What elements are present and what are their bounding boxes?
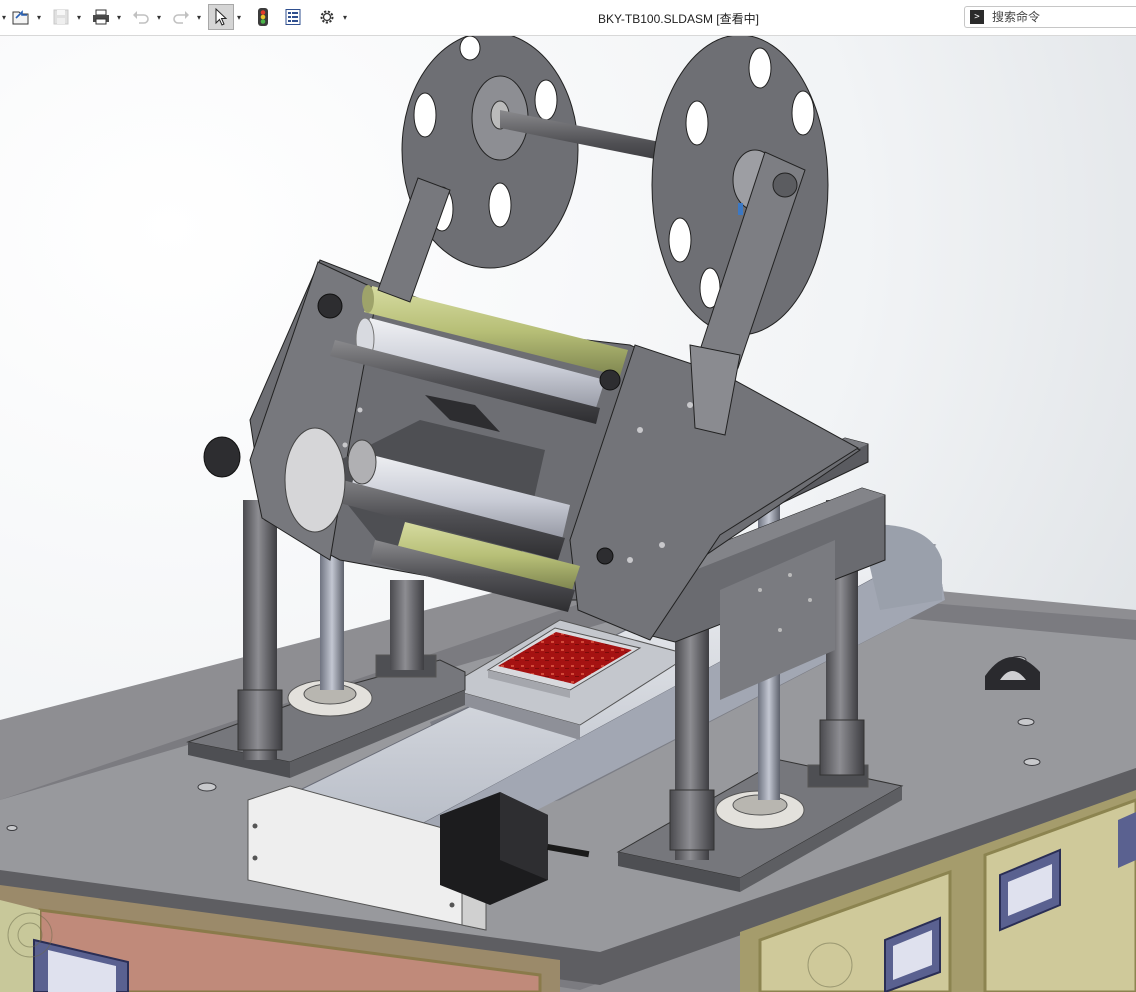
save-icon <box>53 9 69 25</box>
undo-button[interactable] <box>128 4 154 30</box>
undo-icon <box>133 11 149 24</box>
chevron-down-icon[interactable]: ▾ <box>154 4 164 30</box>
command-prompt-icon: > <box>970 10 984 24</box>
save-button[interactable] <box>48 4 74 30</box>
standard-toolbar: ▾ ▾ ▾ ▾ ▾ ▾ ▾ ▾ <box>0 3 350 31</box>
file-properties-button[interactable] <box>280 4 306 30</box>
chevron-down-icon[interactable]: ▾ <box>114 4 124 30</box>
properties-icon <box>285 9 301 25</box>
title-bar: ▾ ▾ ▾ ▾ ▾ ▾ ▾ ▾ BKY-TB100.SLDASM [查看中] >… <box>0 0 1136 36</box>
graphics-area[interactable] <box>0 36 1136 992</box>
print-icon <box>93 9 109 25</box>
chevron-down-icon[interactable]: ▾ <box>0 4 8 30</box>
cursor-icon <box>215 8 228 26</box>
command-search[interactable]: > <box>964 6 1136 28</box>
select-button[interactable] <box>208 4 234 30</box>
gear-icon <box>320 10 334 24</box>
document-title: BKY-TB100.SLDASM [查看中] <box>598 12 759 26</box>
chevron-down-icon[interactable]: ▾ <box>194 4 204 30</box>
open-folder-icon <box>12 10 29 25</box>
chevron-down-icon[interactable]: ▾ <box>340 4 350 30</box>
options-button[interactable] <box>314 4 340 30</box>
traffic-light-icon <box>258 8 268 26</box>
assembly-model-view[interactable] <box>0 36 1136 992</box>
search-input[interactable] <box>990 9 1124 25</box>
chevron-down-icon[interactable]: ▾ <box>234 4 244 30</box>
open-button[interactable] <box>8 4 34 30</box>
print-button[interactable] <box>88 4 114 30</box>
redo-icon <box>173 11 189 24</box>
rebuild-button[interactable] <box>250 4 276 30</box>
redo-button[interactable] <box>168 4 194 30</box>
chevron-down-icon[interactable]: ▾ <box>34 4 44 30</box>
chevron-down-icon[interactable]: ▾ <box>74 4 84 30</box>
